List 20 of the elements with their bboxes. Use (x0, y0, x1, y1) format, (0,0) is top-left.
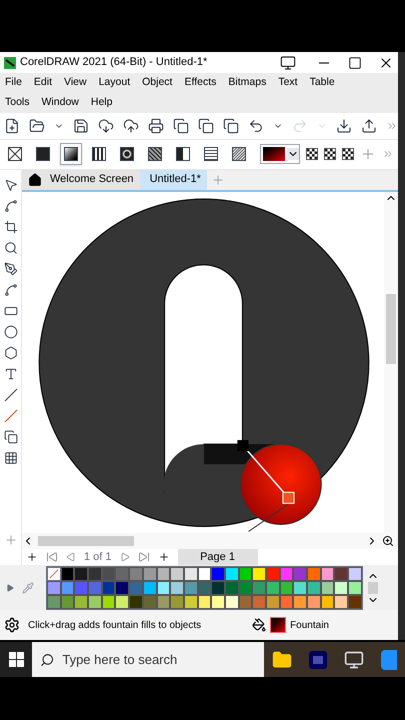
menu-item[interactable]: Tools (4, 92, 31, 112)
menu-item[interactable]: View (63, 73, 88, 93)
page-tab[interactable]: Page 1 (178, 549, 258, 565)
fill-label: Fountain (290, 618, 329, 632)
menu-item[interactable]: Bitmaps (227, 73, 268, 93)
menu-item[interactable]: Help (90, 92, 114, 112)
menu-item[interactable]: Text (277, 73, 299, 93)
status-hint: Click+drag adds fountain fills to objects (28, 618, 202, 632)
page-count: 1 of 1 (84, 550, 112, 565)
menu-item[interactable]: Object (141, 73, 174, 93)
taskbar-search-box[interactable]: Type here to search (32, 642, 264, 677)
menu-item[interactable]: Layout (98, 73, 132, 93)
menu-item[interactable]: Window (40, 92, 80, 112)
document-tab[interactable]: Welcome Screen (22, 170, 140, 190)
document-tab[interactable]: Untitled-1* (140, 170, 207, 190)
menu-item[interactable]: Edit (32, 73, 54, 93)
menu-item[interactable]: File (4, 73, 23, 93)
menu-item[interactable]: Table (308, 73, 336, 93)
menu-item[interactable]: Effects (183, 73, 218, 93)
window-title: CorelDRAW 2021 (64-Bit) - Untitled-1* (20, 55, 208, 70)
